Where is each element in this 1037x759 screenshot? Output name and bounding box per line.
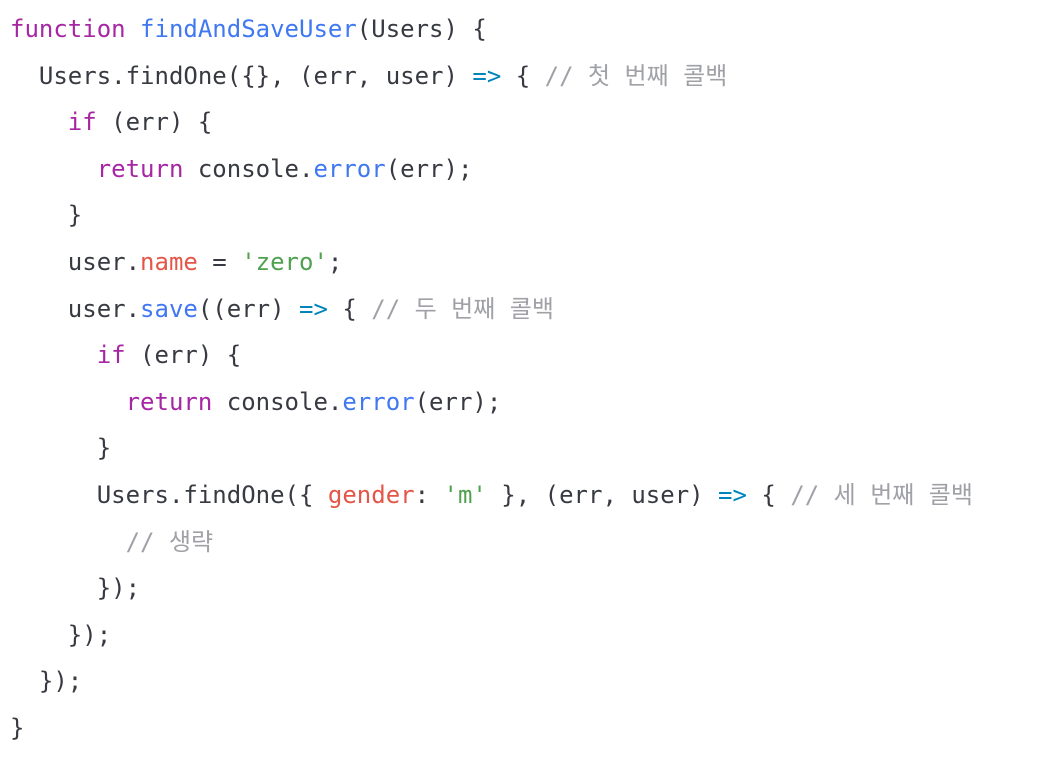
code-token: console.: [183, 154, 314, 183]
code-line: Users.findOne({ gender: 'm' }, (err, use…: [10, 472, 973, 518]
code-token: findOne: [125, 61, 227, 90]
code-token: findAndSaveUser: [140, 15, 357, 43]
code-token: // 첫 번째 콜백: [544, 61, 728, 90]
code-token: Users.findOne({: [10, 481, 328, 509]
code-token: console.: [212, 387, 343, 416]
code-token: // 두 번째 콜백: [371, 294, 554, 323]
code-token: {: [746, 481, 791, 509]
code-token: ((err): [197, 294, 299, 323]
code-line: });: [10, 658, 82, 704]
code-line: return console.error(err);: [10, 146, 473, 192]
code-token: =>: [718, 481, 747, 509]
code-line: }: [10, 425, 111, 471]
code-token: error: [313, 154, 386, 183]
code-token: // 세 번째 콜백: [790, 481, 973, 509]
code-token: (err) {: [96, 108, 213, 137]
code-token: ;: [327, 248, 343, 276]
code-token: =>: [472, 61, 502, 90]
code-line: }: [10, 192, 82, 238]
code-token: }: [10, 201, 83, 230]
code-line: });: [10, 565, 140, 611]
code-token: return: [96, 154, 184, 183]
code-token: (err) {: [125, 341, 242, 370]
code-token: name: [140, 248, 198, 276]
code-token: 'm': [443, 481, 487, 509]
code-token: =: [197, 248, 242, 276]
code-token: save: [140, 294, 198, 323]
code-block: function findAndSaveUser(Users) { Users.…: [10, 6, 1030, 751]
code-token: :: [414, 481, 444, 509]
code-token: gender: [327, 481, 415, 509]
code-line: // 생략: [10, 519, 214, 565]
code-token: Users.: [10, 61, 126, 90]
code-token: if: [96, 341, 126, 370]
code-token: user.: [10, 294, 141, 323]
code-token: user.: [10, 248, 141, 276]
code-token: (err);: [385, 154, 473, 183]
code-token: });: [10, 574, 141, 603]
code-token: function: [10, 15, 126, 43]
code-token: 'zero': [241, 248, 328, 276]
code-token: });: [10, 620, 112, 649]
code-token: error: [342, 387, 415, 416]
code-token: return: [125, 387, 213, 416]
code-line: return console.error(err);: [10, 379, 502, 425]
code-token: });: [10, 667, 83, 696]
code-token: (Users) {: [356, 15, 487, 43]
code-line: if (err) {: [10, 332, 242, 378]
code-token: }: [10, 714, 25, 742]
code-token: {: [501, 61, 545, 90]
code-line: Users.findOne({}, (err, user) => { // 첫 …: [10, 53, 727, 99]
code-line: user.save((err) => { // 두 번째 콜백: [10, 286, 554, 332]
code-token: if: [67, 108, 97, 137]
code-token: }: [10, 434, 112, 463]
code-line: function findAndSaveUser(Users) {: [10, 6, 487, 52]
code-line: });: [10, 612, 111, 658]
code-line: }: [10, 705, 24, 751]
code-token: }, (err, user): [486, 481, 719, 509]
code-token: =>: [299, 294, 328, 323]
code-line: if (err) {: [10, 99, 213, 145]
code-token: (err);: [414, 387, 502, 416]
code-token: {: [327, 294, 372, 323]
code-line: user.name = 'zero';: [10, 239, 343, 285]
code-token: // 생략: [125, 527, 214, 556]
code-token: ({}, (err, user): [226, 61, 473, 90]
